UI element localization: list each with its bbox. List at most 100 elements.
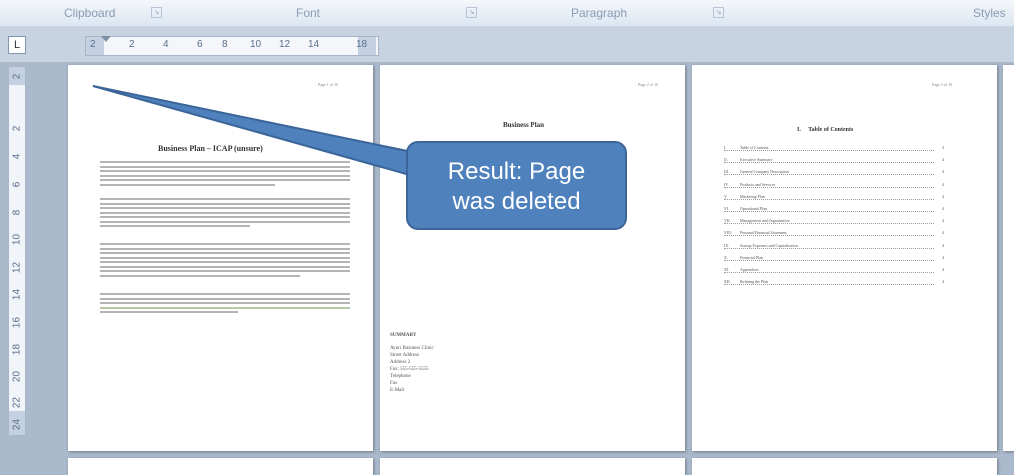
page-title: I. Table of Contents: [797, 127, 854, 133]
toc-row[interactable]: IX. Startup Expenses and Capitalization 4: [724, 242, 944, 251]
contact-line: Ayuri Business Clinic: [390, 346, 434, 351]
contact-line: Address 2: [390, 360, 411, 365]
document-page-1[interactable]: Page 1 of 10 Business Plan – ICAP (unsur…: [68, 65, 373, 451]
toc-row[interactable]: VI. Operational Plan 4: [724, 206, 944, 214]
toc-row[interactable]: I. Table of Contents 3: [724, 145, 944, 153]
document-page-6-partial[interactable]: [380, 458, 685, 475]
toc-entry-label: Management and Organization: [740, 218, 792, 224]
vertical-ruler[interactable]: 2 2 4 6 8 10 12 14 16 18 20 22 24: [8, 66, 26, 436]
toc-entry-label: Financial Plan: [740, 254, 765, 260]
document-page-5-partial[interactable]: [68, 458, 373, 475]
toc-row[interactable]: III. General Company Description 4: [724, 169, 944, 177]
toc-entry-page: 4: [942, 242, 944, 248]
font-launcher-icon[interactable]: ↘: [466, 7, 477, 18]
toc-entry-page: 4: [942, 267, 944, 272]
toc-entry-page: 4: [942, 230, 944, 236]
document-page-3[interactable]: Page 3 of 10 I. Table of Contents I. Tabl…: [692, 65, 997, 451]
ruler-number: 2: [90, 39, 96, 50]
first-line-indent-marker[interactable]: [101, 36, 111, 42]
ruler-number: 4: [11, 153, 23, 160]
toc-row[interactable]: II. Executive Summary 4: [724, 157, 944, 165]
toc-row[interactable]: IV. Products and Services 4: [724, 181, 944, 190]
toc-entry-number: I.: [724, 145, 727, 150]
page-title: Business Plan – ICAP (unsure): [158, 144, 263, 153]
toc-entry-number: VIII.: [724, 230, 732, 236]
toc-leader-dots: [724, 259, 934, 261]
toc-entry-page: 3: [942, 145, 944, 150]
ruler-number: 18: [11, 343, 23, 356]
contact-heading: SUMMARY: [390, 333, 417, 338]
paragraph-launcher-icon[interactable]: ↘: [713, 7, 724, 18]
page-number: Page 2 of 10: [638, 82, 659, 87]
contact-line: Street Address: [390, 353, 420, 358]
page-number: Page 3 of 10: [932, 82, 953, 87]
toc-entry-number: X.: [724, 254, 728, 260]
toc-entry-number: IX.: [724, 242, 730, 248]
ruler-number: 10: [250, 39, 262, 50]
toc-entry-number: XII.: [724, 279, 731, 285]
contact-block: SUMMARY Ayuri Business Clinic Street Add…: [390, 332, 434, 394]
toc-leader-dots: [724, 186, 934, 188]
toc-entry-label: Products and Services: [740, 181, 778, 187]
ruler-number: 10: [11, 233, 23, 246]
toc-leader-dots: [724, 284, 934, 286]
ribbon-group-bar: Clipboard ↘ Font ↘ Paragraph ↘ Styles: [0, 0, 1014, 27]
ruler-number: 20: [11, 370, 23, 383]
ruler-number: 14: [308, 39, 320, 50]
toc-entry-page: 4: [942, 206, 944, 211]
ribbon-group-clipboard[interactable]: Clipboard: [64, 6, 115, 20]
toc-entry-number: VII.: [724, 218, 731, 224]
toc-entry-page: 4: [942, 254, 944, 260]
toc-entry-page: 4: [942, 193, 944, 199]
body-paragraph: [100, 243, 350, 279]
ribbon-group-styles[interactable]: Styles: [973, 6, 1006, 20]
document-page-2[interactable]: Page 2 of 10 Business Plan SUMMARY Ayuri…: [380, 65, 685, 451]
ruler-number: 18: [356, 39, 368, 50]
ruler-number: 12: [11, 261, 23, 274]
toc-entry-number: II.: [724, 157, 728, 163]
toc-row[interactable]: V. Marketing Plan 4: [724, 193, 944, 202]
toc-row[interactable]: VIII. Personal Financial Statement 4: [724, 230, 944, 238]
toc-row[interactable]: VII. Management and Organization 4: [724, 218, 944, 226]
toc-entry-label: Appendices: [740, 267, 761, 272]
clipboard-launcher-icon[interactable]: ↘: [151, 7, 162, 18]
ruler-number: 8: [11, 209, 23, 216]
toc-row[interactable]: XI. Appendices 4: [724, 267, 944, 275]
body-paragraph: [100, 293, 350, 316]
contact-line: E-Mail: [390, 388, 405, 393]
ribbon-group-paragraph[interactable]: Paragraph: [571, 6, 627, 20]
toc-entry-page: 4: [942, 279, 944, 285]
toc-entry-label: Personal Financial Statement: [740, 230, 789, 236]
toc-leader-dots: [724, 150, 934, 151]
document-page-7-partial[interactable]: [692, 458, 997, 475]
toc-entry-label: Startup Expenses and Capitalization: [740, 242, 800, 248]
toc-entry-page: 4: [942, 218, 944, 224]
ruler-number: 14: [11, 288, 23, 301]
toc-entry-number: XI.: [724, 267, 730, 272]
toc-entry-label: Executive Summary: [740, 157, 775, 163]
contact-line: Fax: 555-555-5555: [390, 367, 429, 372]
toc-leader-dots: [724, 223, 934, 225]
ribbon-group-font[interactable]: Font: [296, 6, 320, 20]
page-number: Page 1 of 10: [318, 82, 339, 87]
ruler-number: 2: [11, 73, 23, 80]
toc-leader-dots: [724, 198, 934, 200]
contact-line: Telephone: [390, 374, 411, 379]
toc-leader-dots: [724, 272, 934, 273]
horizontal-ruler[interactable]: 2 2 4 6 8 10 12 14 18: [85, 36, 379, 56]
ruler-number: 16: [11, 316, 23, 329]
tab-selector-button[interactable]: L: [8, 36, 26, 54]
toc-row[interactable]: XII. Refining the Plan 4: [724, 279, 944, 287]
document-page-4-partial[interactable]: [1003, 65, 1014, 451]
body-paragraph: [100, 198, 350, 230]
toc-entry-number: V.: [724, 193, 728, 199]
toc-row[interactable]: X. Financial Plan 4: [724, 254, 944, 263]
ruler-number: 2: [129, 39, 135, 50]
toc-entry-label: General Company Description: [740, 169, 791, 175]
contact-line: Fax: [390, 381, 398, 386]
toc-entry-number: III.: [724, 169, 729, 175]
horizontal-ruler-row: L 2 2 4 6 8 10 12 14 18: [0, 26, 1014, 62]
ruler-number: 4: [163, 39, 169, 50]
toc-leader-dots: [724, 211, 934, 212]
ruler-number: 8: [222, 39, 228, 50]
